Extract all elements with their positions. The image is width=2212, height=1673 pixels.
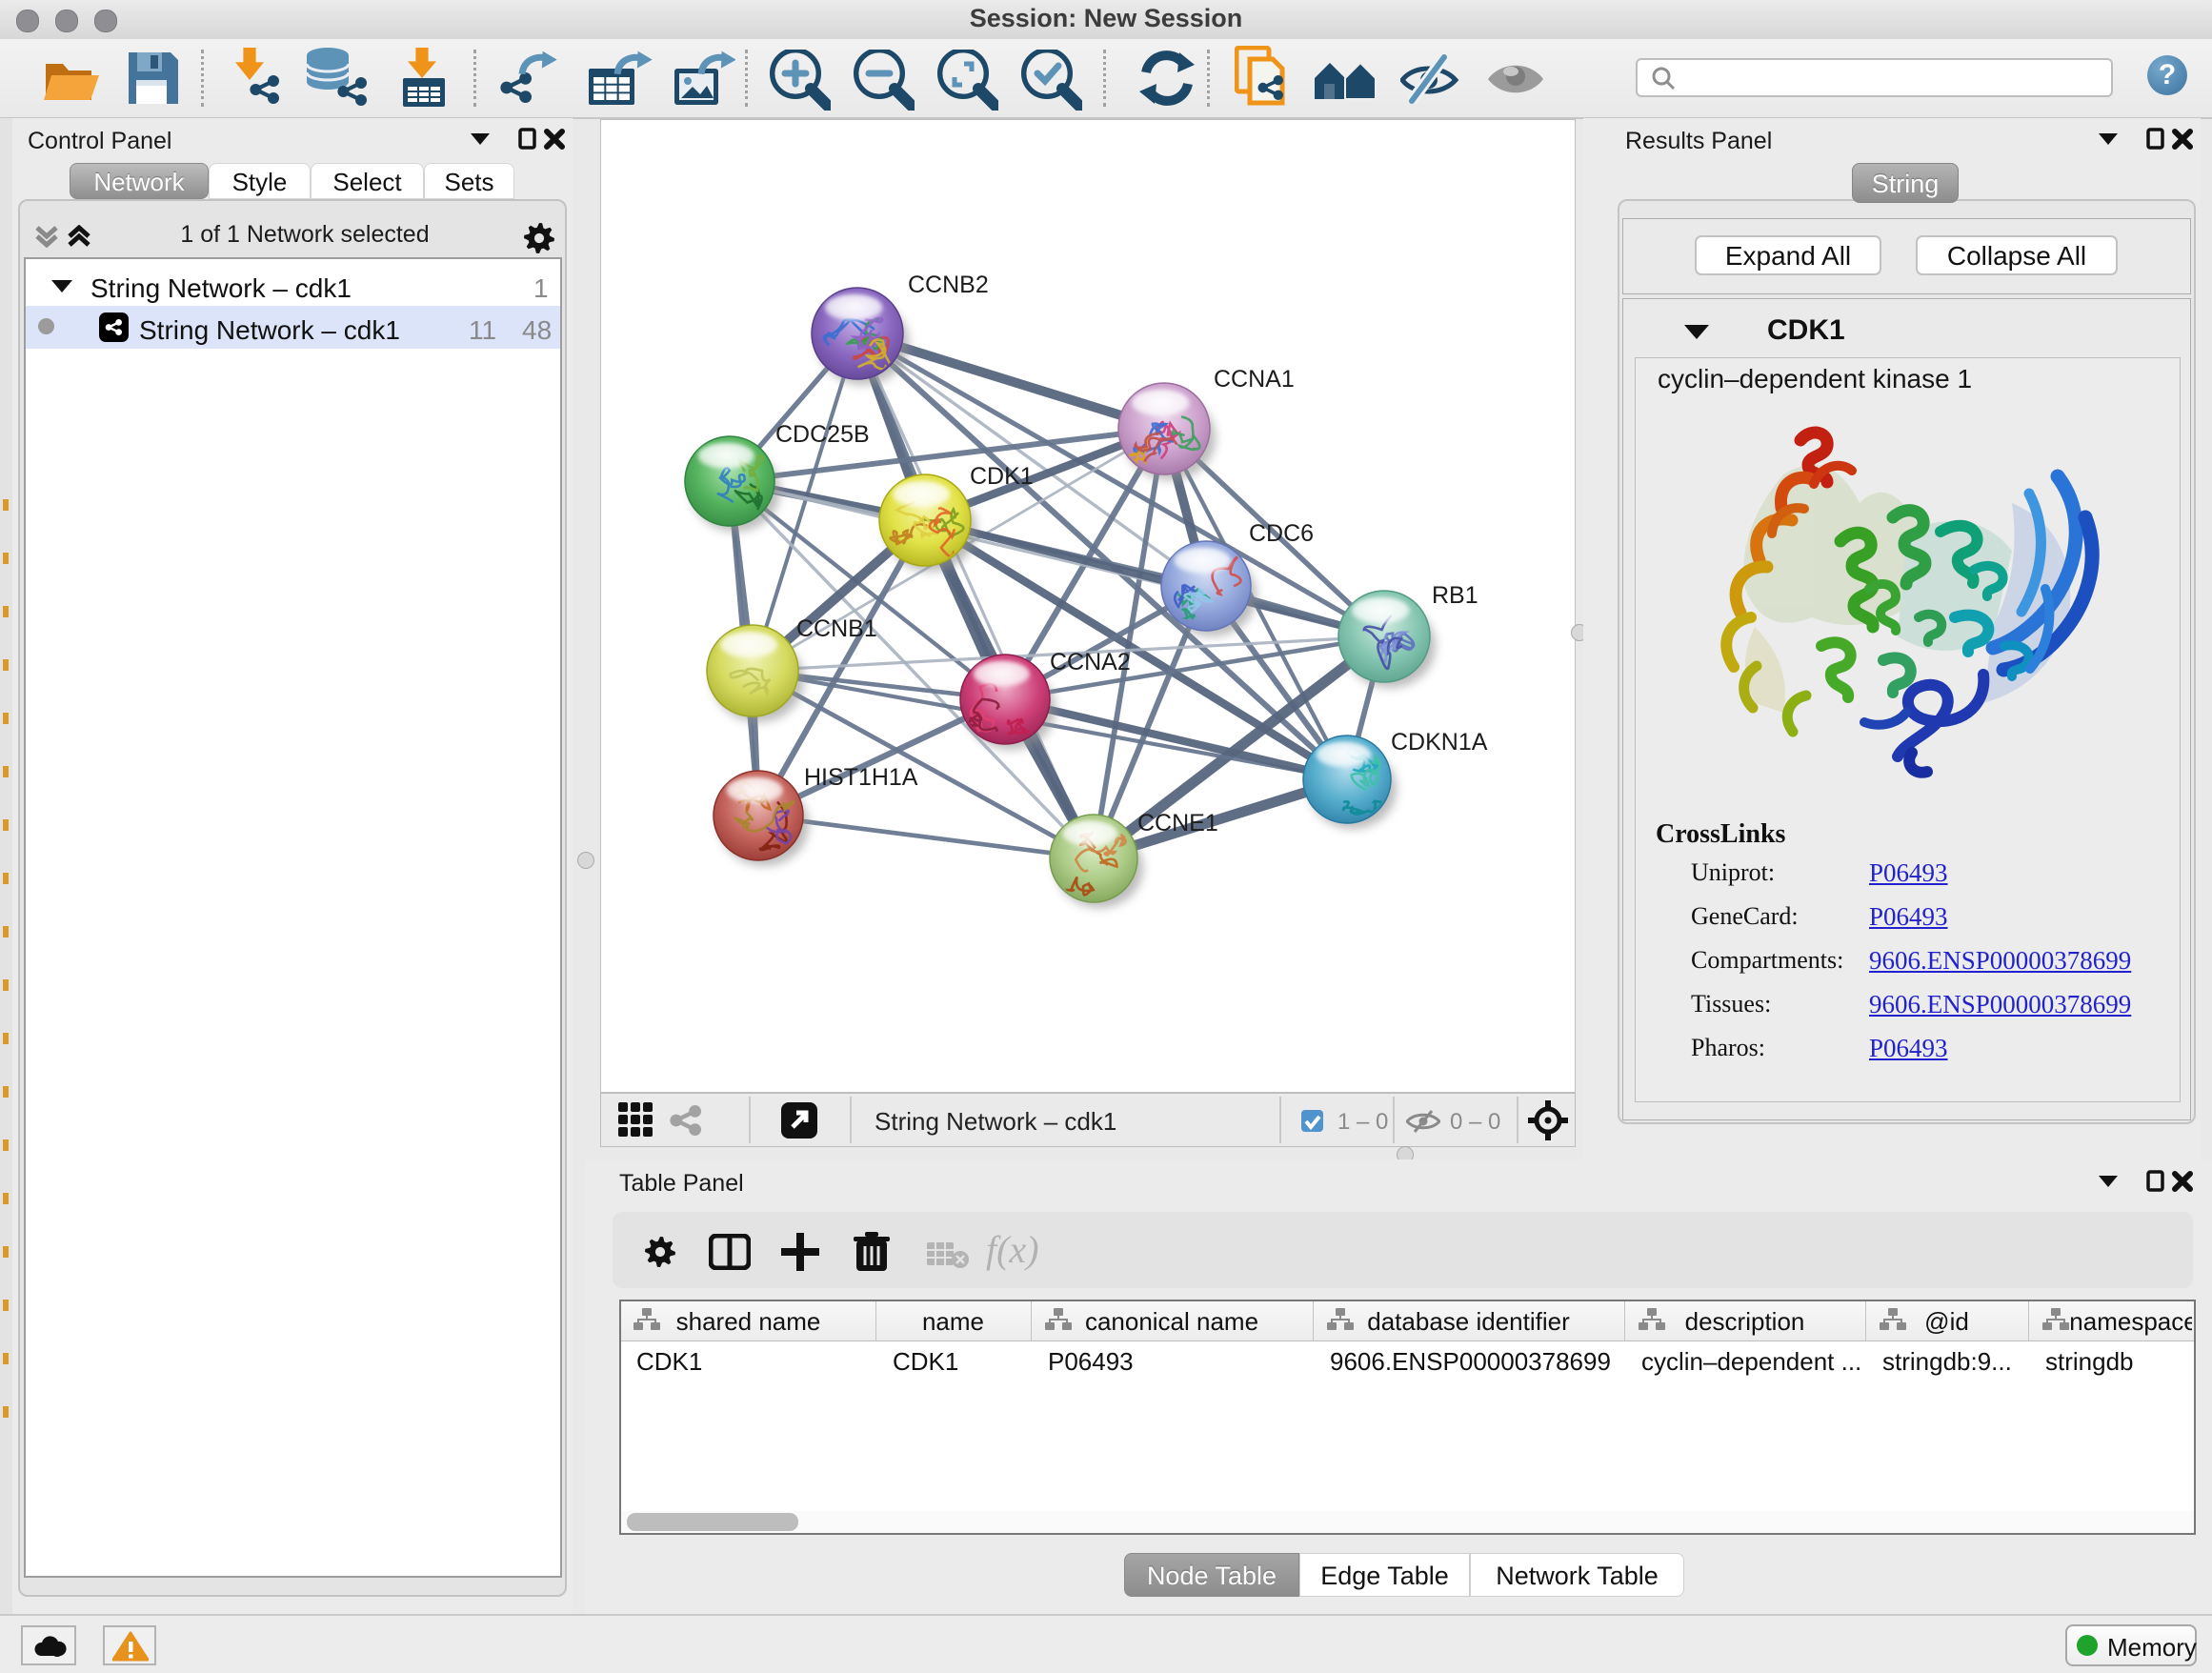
svg-text:CCNE1: CCNE1 xyxy=(1137,810,1218,836)
svg-text:RB1: RB1 xyxy=(1432,582,1478,609)
svg-text:CCNB2: CCNB2 xyxy=(908,272,989,298)
svg-text:CCNB1: CCNB1 xyxy=(796,615,877,642)
svg-text:CDC6: CDC6 xyxy=(1249,520,1314,547)
svg-text:CDK1: CDK1 xyxy=(970,463,1034,490)
svg-text:HIST1H1A: HIST1H1A xyxy=(804,764,918,791)
svg-text:CCNA1: CCNA1 xyxy=(1214,366,1295,393)
svg-text:CCNA2: CCNA2 xyxy=(1050,649,1131,675)
svg-text:CDC25B: CDC25B xyxy=(775,421,870,448)
svg-text:CDKN1A: CDKN1A xyxy=(1391,729,1488,756)
